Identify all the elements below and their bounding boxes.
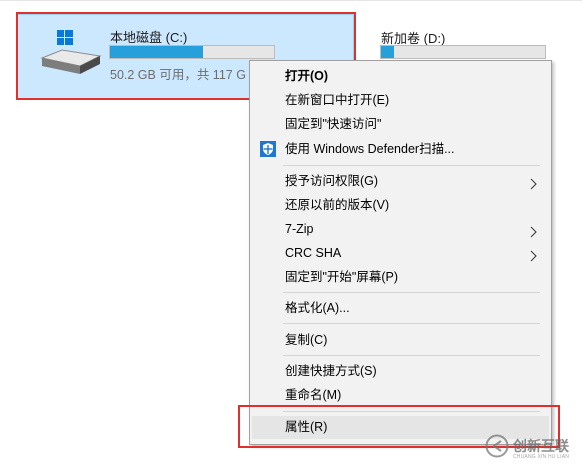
- chevron-right-icon: [527, 247, 539, 262]
- menu-separator: [283, 323, 540, 324]
- menu-item-label: 打开(O): [285, 69, 329, 83]
- context-menu: 打开(O) 在新窗口中打开(E) 固定到"快速访问" 使用 Windows De…: [249, 60, 552, 445]
- menu-item-label: 格式化(A)...: [285, 301, 350, 315]
- menu-separator: [283, 292, 540, 293]
- menu-item-label: 授予访问权限(G): [285, 174, 379, 188]
- menu-item-label: 7-Zip: [285, 222, 314, 236]
- menu-item-label: 使用 Windows Defender扫描...: [285, 142, 455, 156]
- menu-item-copy[interactable]: 复制(C): [252, 329, 549, 351]
- drive-c-icon: [40, 28, 102, 80]
- menu-item-rename[interactable]: 重命名(M): [252, 384, 549, 406]
- menu-item-create-shortcut[interactable]: 创建快捷方式(S): [252, 360, 549, 382]
- menu-item-open-new-window[interactable]: 在新窗口中打开(E): [252, 89, 549, 111]
- drive-d-usage-fill: [381, 46, 395, 58]
- drive-c-usage-fill: [110, 46, 204, 58]
- chevron-right-icon: [527, 175, 539, 190]
- chevron-right-icon: [527, 223, 539, 238]
- top-divider: [0, 0, 582, 1]
- watermark: 创新互联 CHUANG XIN HU LIAN: [482, 426, 582, 466]
- watermark-logo-icon: [485, 434, 509, 458]
- menu-item-crc-sha[interactable]: CRC SHA: [252, 242, 549, 264]
- menu-item-pin-quick-access[interactable]: 固定到"快速访问": [252, 113, 549, 135]
- menu-item-label: 属性(R): [285, 420, 328, 434]
- menu-item-format[interactable]: 格式化(A)...: [252, 297, 549, 319]
- menu-item-pin-start[interactable]: 固定到"开始"屏幕(P): [252, 266, 549, 288]
- menu-item-label: 固定到"开始"屏幕(P): [285, 270, 399, 284]
- drive-c-info: 50.2 GB 可用，共 117 G: [110, 68, 246, 82]
- menu-separator: [283, 411, 540, 412]
- menu-item-defender-scan[interactable]: 使用 Windows Defender扫描...: [252, 138, 549, 160]
- menu-item-label: CRC SHA: [285, 246, 342, 260]
- menu-item-open[interactable]: 打开(O): [252, 65, 549, 87]
- menu-separator: [283, 165, 540, 166]
- menu-item-restore-previous[interactable]: 还原以前的版本(V): [252, 194, 549, 216]
- menu-item-label: 重命名(M): [285, 388, 342, 402]
- drive-c-usage-bar: [109, 45, 275, 59]
- menu-item-7zip[interactable]: 7-Zip: [252, 218, 549, 240]
- watermark-text: 创新互联: [513, 438, 569, 454]
- menu-item-grant-access[interactable]: 授予访问权限(G): [252, 170, 549, 192]
- watermark-subtext: CHUANG XIN HU LIAN: [513, 454, 570, 460]
- menu-item-label: 复制(C): [285, 333, 328, 347]
- windows-defender-icon: [260, 141, 276, 157]
- menu-separator: [283, 355, 540, 356]
- menu-item-label: 创建快捷方式(S): [285, 364, 377, 378]
- menu-item-label: 固定到"快速访问": [285, 117, 382, 131]
- menu-item-label: 在新窗口中打开(E): [285, 93, 390, 107]
- menu-item-label: 还原以前的版本(V): [285, 198, 390, 212]
- drive-c-name: 本地磁盘 (C:): [110, 30, 188, 45]
- drive-d-usage-bar: [380, 45, 546, 59]
